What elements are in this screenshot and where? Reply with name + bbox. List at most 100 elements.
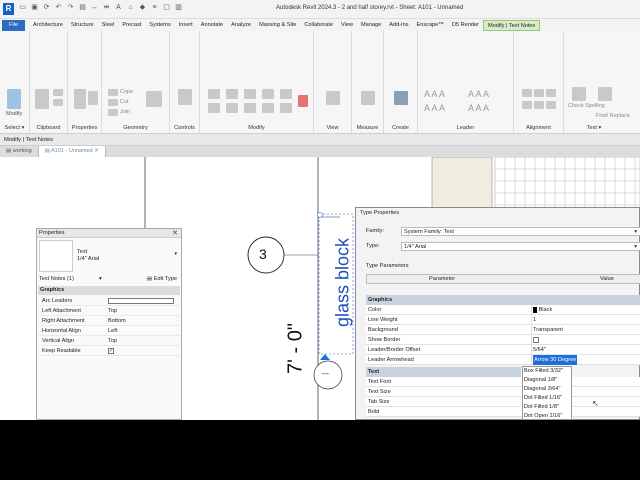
text-icon[interactable]: A xyxy=(114,3,123,13)
tab-file[interactable]: File xyxy=(2,19,26,31)
close-hidden-icon[interactable]: ▢ xyxy=(162,3,171,13)
paste-icon[interactable] xyxy=(35,89,49,109)
find-replace-label[interactable]: Find/ Replace xyxy=(596,113,630,119)
cut-label[interactable]: Cut xyxy=(120,99,129,105)
add-leader-icons[interactable]: A A A xyxy=(424,89,445,99)
activate-controls-icon[interactable] xyxy=(178,89,192,105)
group-text-type[interactable]: Text xyxy=(366,367,521,377)
sync-icon[interactable]: ⟳ xyxy=(42,3,51,13)
prop-row-arc-leaders[interactable]: Arc Leaders xyxy=(38,296,180,306)
print-icon[interactable]: ▤ xyxy=(78,3,87,13)
align-left-icon[interactable] xyxy=(522,101,532,109)
keep-readable-checkbox[interactable]: ✓ xyxy=(108,347,114,354)
align-middle-icon[interactable] xyxy=(534,89,544,97)
tab-manage[interactable]: Manage xyxy=(357,20,385,31)
dropdown-option[interactable]: Dot Filled 1/16" xyxy=(523,394,571,403)
filter-chevron-icon[interactable]: ▾ xyxy=(99,276,102,282)
create-group-icon[interactable] xyxy=(394,91,408,105)
measure-tool-icon[interactable] xyxy=(361,91,375,105)
tab-precast[interactable]: Precast xyxy=(118,20,145,31)
dropdown-option[interactable]: Diagonal 1/8" xyxy=(523,376,571,385)
type-properties-icon[interactable] xyxy=(88,91,98,105)
section-icon[interactable]: ◆ xyxy=(138,3,147,13)
align-right-icon[interactable] xyxy=(546,101,556,109)
arrowhead-grip[interactable] xyxy=(320,354,330,360)
join-label[interactable]: Join xyxy=(120,109,130,115)
arc-leaders-checkbox[interactable] xyxy=(108,297,174,304)
param-text-size[interactable]: Text Size xyxy=(366,387,640,397)
text-grip-handle[interactable] xyxy=(317,212,323,218)
scale-icon[interactable] xyxy=(280,103,292,113)
revit-logo[interactable]: R xyxy=(3,3,14,15)
tab-enscape[interactable]: Enscape™ xyxy=(413,20,448,31)
prop-row-horizontal-align[interactable]: Horizontal Align Left xyxy=(38,326,180,336)
open-icon[interactable]: ▭ xyxy=(18,3,27,13)
prop-row-keep-readable[interactable]: Keep Readable ✓ xyxy=(38,346,180,356)
modify-cursor-icon[interactable] xyxy=(7,89,21,109)
measure-icon[interactable]: ↔ xyxy=(90,3,99,13)
cut-geometry-icon[interactable] xyxy=(108,99,118,106)
dropdown-option[interactable]: Diagonal 3/64" xyxy=(523,385,571,394)
tab-steel[interactable]: Steel xyxy=(98,20,119,31)
tab-modify-text-notes[interactable]: Modify | Text Notes xyxy=(482,19,541,31)
tab-massing-site[interactable]: Massing & Site xyxy=(255,20,300,31)
trim-icon[interactable] xyxy=(226,103,238,113)
dropdown-option[interactable]: Dot Filled 1/8" xyxy=(523,403,571,412)
align-icon[interactable] xyxy=(208,89,220,99)
check-spelling-label[interactable]: Check Spelling xyxy=(568,103,605,109)
dropdown-option[interactable]: Dot Open 1/16" xyxy=(523,412,571,420)
family-select[interactable]: System Family: Text ▾ xyxy=(401,227,640,236)
remove-leader-icons[interactable]: A A A xyxy=(468,103,489,113)
find-replace-icon[interactable] xyxy=(598,87,612,101)
check-spelling-icon[interactable] xyxy=(572,87,586,101)
param-background[interactable]: Background Transparent xyxy=(366,325,640,335)
edit-type-button[interactable]: ▤ Edit Type xyxy=(147,276,177,282)
tab-collaborate[interactable]: Collaborate xyxy=(300,20,337,31)
offset-icon[interactable] xyxy=(226,89,238,99)
tab-structure[interactable]: Structure xyxy=(67,20,98,31)
tab-systems[interactable]: Systems xyxy=(145,20,174,31)
param-color[interactable]: Color Black xyxy=(366,305,640,315)
param-line-weight[interactable]: Line Weight 1 xyxy=(366,315,640,325)
view-tab-a101[interactable]: ▤ A101 - Unnamed ✕ xyxy=(38,146,106,157)
type-selector[interactable]: Text 1/4" Arial xyxy=(77,249,99,263)
instance-filter[interactable]: Text Notes (1) xyxy=(39,276,74,282)
dimension-icon[interactable]: ⇹ xyxy=(102,3,111,13)
tab-view[interactable]: View xyxy=(337,20,357,31)
undo-icon[interactable]: ↶ xyxy=(54,3,63,13)
paint-icon[interactable] xyxy=(146,91,162,107)
tab-insert[interactable]: Insert xyxy=(175,20,197,31)
chevron-down-icon[interactable]: ▾ xyxy=(174,251,177,257)
cope-label[interactable]: Cope xyxy=(120,89,133,95)
tab-add-ins[interactable]: Add-Ins xyxy=(385,20,412,31)
dropdown-option[interactable]: Box Filled 3/32" xyxy=(523,367,571,376)
prop-row-left-attachment[interactable]: Left Attachment Top xyxy=(38,306,180,316)
join-icon[interactable] xyxy=(108,109,118,116)
tab-annotate[interactable]: Annotate xyxy=(197,20,227,31)
param-tab-size[interactable]: Tab Size xyxy=(366,397,640,407)
delete-icon[interactable] xyxy=(298,95,308,107)
arrowhead-value-selected[interactable]: Arrow 30 Degree xyxy=(533,355,578,365)
array-icon[interactable] xyxy=(262,103,274,113)
group-graphics-type[interactable]: Graphics xyxy=(366,295,640,305)
group-graphics[interactable]: Graphics xyxy=(38,286,180,295)
param-leader-arrowhead[interactable]: Leader Arrowhead Arrow 30 Degree xyxy=(366,355,640,365)
add-leader-right-icons[interactable]: A A A xyxy=(468,89,489,99)
cut-icon[interactable] xyxy=(53,89,63,96)
show-border-checkbox[interactable] xyxy=(533,336,539,343)
align-bottom-icon[interactable] xyxy=(546,89,556,97)
prop-row-vertical-align[interactable]: Vertical Align Top xyxy=(38,336,180,346)
prop-row-right-attachment[interactable]: Right Attachment Bottom xyxy=(38,316,180,326)
copy-icon[interactable] xyxy=(53,99,63,106)
glass-block-text-note[interactable]: glass block xyxy=(333,223,354,343)
align-top-icon[interactable] xyxy=(522,89,532,97)
param-show-border[interactable]: Show Border xyxy=(366,335,640,345)
tab-d5-render[interactable]: D5 Render xyxy=(448,20,483,31)
move-icon[interactable] xyxy=(262,89,274,99)
cope-icon[interactable] xyxy=(108,89,118,96)
copy-element-icon[interactable] xyxy=(280,89,292,99)
switch-windows-icon[interactable]: ▥ xyxy=(174,3,183,13)
param-leader-border-offset[interactable]: Leader/Border Offset 5/64" xyxy=(366,345,640,355)
thin-lines-icon[interactable]: ≡ xyxy=(150,3,159,13)
view-tab-working[interactable]: ▤ working xyxy=(0,146,39,157)
